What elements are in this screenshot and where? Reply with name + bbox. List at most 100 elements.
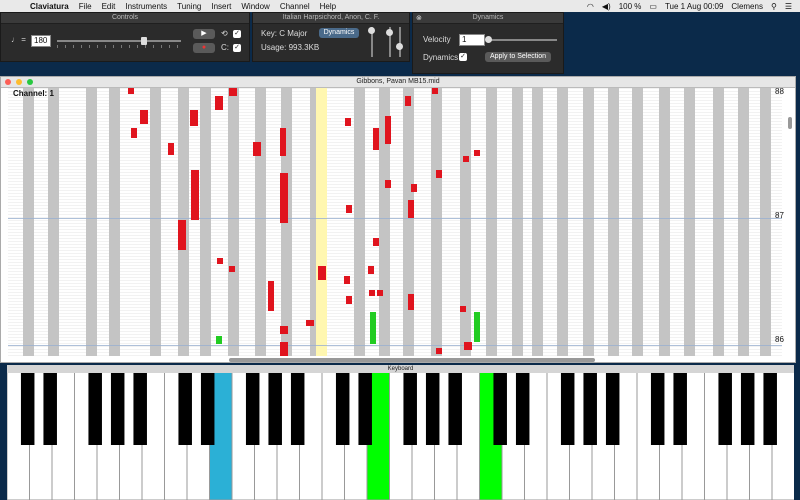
- menu-file[interactable]: File: [79, 2, 92, 11]
- black-key[interactable]: [403, 365, 417, 445]
- piano-roll-grid[interactable]: [8, 88, 782, 356]
- black-key[interactable]: [133, 365, 147, 445]
- midi-note[interactable]: [217, 258, 223, 264]
- midi-note[interactable]: [280, 326, 288, 334]
- menu-app-name[interactable]: Claviatura: [30, 2, 69, 11]
- midi-note[interactable]: [346, 296, 352, 304]
- c-checkbox[interactable]: ✓: [233, 44, 241, 52]
- selected-midi-note[interactable]: [474, 312, 480, 342]
- menu-edit[interactable]: Edit: [102, 2, 116, 11]
- black-key[interactable]: [493, 365, 507, 445]
- velocity-slider-knob[interactable]: [485, 36, 492, 43]
- loop-checkbox[interactable]: ✓: [233, 30, 241, 38]
- black-key[interactable]: [650, 365, 665, 445]
- black-key[interactable]: [448, 365, 462, 445]
- volume-slider-2-knob[interactable]: [386, 29, 393, 36]
- midi-note[interactable]: [131, 128, 137, 138]
- midi-note[interactable]: [140, 110, 148, 124]
- minimize-window-button[interactable]: [16, 79, 22, 85]
- midi-note[interactable]: [168, 143, 174, 155]
- dynamics-checkbox[interactable]: ✓: [459, 53, 467, 61]
- midi-note[interactable]: [128, 88, 134, 94]
- tempo-slider[interactable]: [57, 40, 181, 42]
- midi-note[interactable]: [345, 118, 351, 126]
- spotlight-icon[interactable]: ⚲: [771, 2, 777, 11]
- midi-note[interactable]: [405, 96, 411, 106]
- volume-slider-1-knob[interactable]: [368, 27, 375, 34]
- black-key[interactable]: [335, 365, 350, 445]
- menu-help[interactable]: Help: [320, 2, 336, 11]
- black-key[interactable]: [20, 365, 35, 445]
- black-key[interactable]: [110, 365, 125, 445]
- horizontal-scrollbar[interactable]: [229, 358, 595, 362]
- black-key[interactable]: [583, 365, 597, 445]
- tempo-slider-knob[interactable]: [141, 37, 147, 45]
- midi-note[interactable]: [191, 170, 199, 220]
- midi-note[interactable]: [344, 276, 350, 284]
- battery-icon[interactable]: ▭: [649, 2, 657, 11]
- play-button[interactable]: ▶: [193, 29, 215, 39]
- midi-note[interactable]: [368, 266, 374, 274]
- black-key[interactable]: [515, 365, 530, 445]
- midi-note[interactable]: [436, 170, 442, 178]
- close-window-button[interactable]: [5, 79, 11, 85]
- midi-note[interactable]: [190, 110, 198, 126]
- midi-note[interactable]: [460, 306, 466, 312]
- midi-note[interactable]: [215, 96, 223, 110]
- midi-note[interactable]: [280, 128, 286, 156]
- midi-note[interactable]: [373, 238, 379, 246]
- midi-note[interactable]: [280, 342, 288, 356]
- black-key[interactable]: [290, 365, 305, 445]
- black-key[interactable]: [88, 365, 102, 445]
- battery-percent[interactable]: 100 %: [619, 2, 642, 11]
- midi-note[interactable]: [377, 290, 383, 296]
- menu-tuning[interactable]: Tuning: [177, 2, 201, 11]
- black-key[interactable]: [718, 365, 732, 445]
- midi-note[interactable]: [280, 173, 288, 223]
- black-key[interactable]: [200, 365, 215, 445]
- midi-note[interactable]: [268, 281, 274, 311]
- midi-note[interactable]: [178, 220, 186, 250]
- black-key[interactable]: [245, 365, 260, 445]
- piano-keyboard[interactable]: [7, 365, 794, 500]
- menu-insert[interactable]: Insert: [211, 2, 231, 11]
- piano-roll-canvas[interactable]: [8, 88, 782, 356]
- menu-window[interactable]: Window: [241, 2, 269, 11]
- black-key[interactable]: [43, 365, 57, 445]
- midi-note[interactable]: [408, 200, 414, 218]
- apply-to-selection-button[interactable]: Apply to Selection: [485, 52, 551, 62]
- midi-note[interactable]: [432, 88, 438, 94]
- midi-note[interactable]: [229, 88, 237, 96]
- midi-note[interactable]: [385, 116, 391, 144]
- record-button[interactable]: ●: [193, 43, 215, 53]
- midi-note[interactable]: [464, 342, 472, 350]
- velocity-field[interactable]: 1: [459, 34, 485, 46]
- menu-channel[interactable]: Channel: [280, 2, 310, 11]
- black-key[interactable]: [178, 365, 192, 445]
- volume-slider-3-knob[interactable]: [396, 43, 403, 50]
- notification-center-icon[interactable]: ☰: [785, 2, 792, 11]
- black-key[interactable]: [605, 365, 620, 445]
- midi-note[interactable]: [408, 294, 414, 310]
- midi-note[interactable]: [411, 184, 417, 192]
- wifi-icon[interactable]: ◠: [587, 2, 594, 11]
- black-key[interactable]: [358, 365, 372, 445]
- black-key[interactable]: [560, 365, 575, 445]
- piano-keys[interactable]: [7, 365, 794, 500]
- midi-note[interactable]: [229, 266, 235, 272]
- vertical-scrollbar[interactable]: [788, 117, 792, 129]
- midi-note[interactable]: [436, 348, 442, 354]
- volume-slider-3[interactable]: [399, 27, 401, 57]
- user-name[interactable]: Clemens: [731, 2, 763, 11]
- clock[interactable]: Tue 1 Aug 00:09: [665, 2, 723, 11]
- midi-note[interactable]: [373, 128, 379, 150]
- midi-note[interactable]: [346, 205, 352, 213]
- dynamics-button[interactable]: Dynamics: [319, 28, 359, 38]
- midi-note[interactable]: [385, 180, 391, 188]
- zoom-window-button[interactable]: [27, 79, 33, 85]
- midi-note[interactable]: [318, 266, 326, 280]
- loop-icon[interactable]: ⟲: [221, 29, 228, 38]
- selected-midi-note[interactable]: [370, 312, 376, 344]
- midi-note[interactable]: [369, 290, 375, 296]
- black-key[interactable]: [425, 365, 440, 445]
